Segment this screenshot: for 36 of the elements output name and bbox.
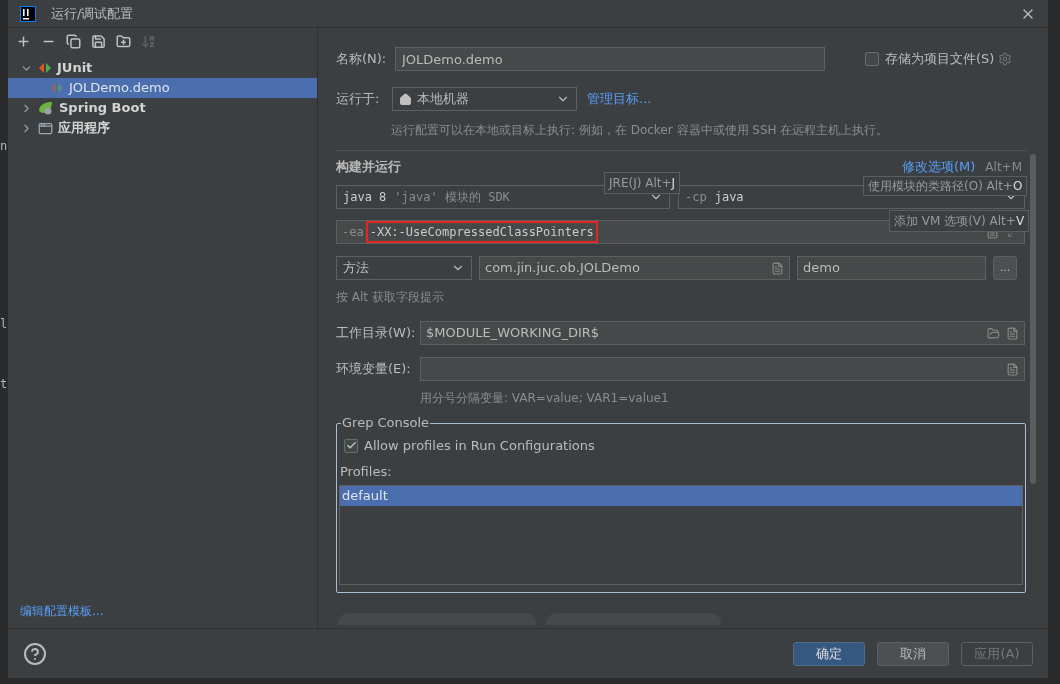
- group-title: Grep Console: [341, 415, 431, 431]
- run-target-dropdown[interactable]: 本地机器: [392, 87, 577, 111]
- field-label: 工作目录(W):: [336, 324, 417, 343]
- more-button[interactable]: ...: [993, 256, 1017, 280]
- working-dir-field[interactable]: $MODULE_WORKING_DIR$: [420, 321, 1025, 345]
- editor-text: t: [0, 376, 8, 393]
- checkbox-label: 存储为项目文件(S): [885, 50, 995, 69]
- tree-item[interactable]: Spring Boot: [8, 98, 317, 118]
- dialog-button[interactable]: 确定: [793, 641, 865, 666]
- editor-text: l: [0, 316, 8, 333]
- hint-text: 按 Alt 获取字段提示: [336, 289, 445, 306]
- section-title: 构建并运行: [336, 158, 401, 177]
- editor-text: n: [0, 138, 8, 155]
- profiles-label: Profiles:: [340, 462, 393, 481]
- name-field[interactable]: JOLDemo.demo: [395, 47, 825, 71]
- checkbox-label: Allow profiles in Run Configurations: [364, 437, 595, 455]
- tooltip: 使用模块的类路径(O) Alt+O: [863, 176, 1028, 196]
- field-label: 环境变量(E):: [336, 360, 412, 379]
- field-label: 运行于:: [336, 90, 381, 109]
- list-item[interactable]: default: [340, 486, 1022, 506]
- method-field[interactable]: demo: [797, 256, 986, 280]
- window-title: 运行/调试配置: [51, 4, 134, 23]
- tree-item[interactable]: JUnit: [8, 58, 317, 78]
- dialog-button[interactable]: 取消: [877, 641, 949, 666]
- class-field[interactable]: com.jin.juc.ob.JOLDemo: [479, 256, 790, 280]
- shortcut-text: Alt+M: [985, 159, 1022, 176]
- tree-item[interactable]: JOLDemo.demo: [8, 78, 317, 98]
- tooltip: 添加 VM 选项(V) Alt+V: [889, 210, 1030, 232]
- modify-options-link[interactable]: 修改选项(M): [901, 157, 976, 177]
- field-label: 名称(N):: [336, 50, 388, 69]
- test-kind-dropdown[interactable]: 方法: [336, 256, 472, 280]
- edit-templates-link[interactable]: 编辑配置模板...: [20, 602, 317, 620]
- tree-item[interactable]: 应用程序: [8, 118, 317, 138]
- manage-targets-link[interactable]: 管理目标...: [587, 89, 652, 109]
- hint-text: 用分号分隔变量: VAR=value; VAR1=value1: [420, 390, 670, 407]
- tooltip: JRE(J) Alt+J: [604, 172, 681, 194]
